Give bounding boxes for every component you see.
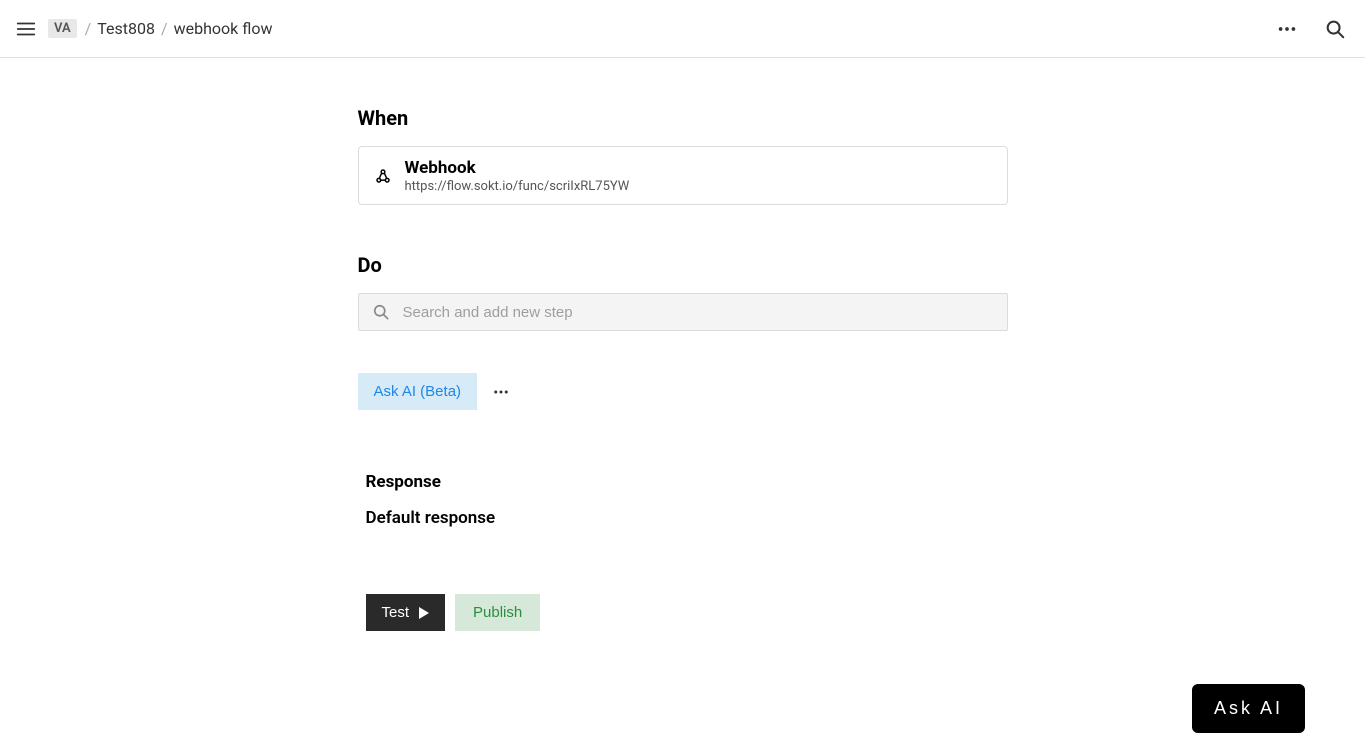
webhook-icon xyxy=(373,166,393,186)
more-actions-button[interactable] xyxy=(1269,11,1305,47)
app-header: VA / Test808 / webhook flow xyxy=(0,0,1365,58)
step-search-input[interactable] xyxy=(403,304,995,321)
test-button-label: Test xyxy=(382,604,410,621)
more-horizontal-icon xyxy=(492,383,510,401)
breadcrumb-flow[interactable]: webhook flow xyxy=(174,19,273,38)
more-horizontal-icon xyxy=(1276,18,1298,40)
search-button[interactable] xyxy=(1317,11,1353,47)
response-heading: Response xyxy=(366,472,1008,492)
floating-ask-ai-button[interactable]: Ask AI xyxy=(1192,684,1305,733)
ai-row: Ask AI (Beta) xyxy=(358,373,1008,410)
play-icon xyxy=(419,607,429,619)
breadcrumb-separator: / xyxy=(161,19,168,38)
ai-more-button[interactable] xyxy=(487,378,515,406)
when-heading: When xyxy=(358,106,1008,130)
do-section: Do xyxy=(358,253,1008,331)
breadcrumb-separator: / xyxy=(85,19,92,38)
response-value[interactable]: Default response xyxy=(366,508,1008,528)
trigger-url: https://flow.sokt.io/func/scriIxRL75YW xyxy=(405,179,630,194)
breadcrumb-project[interactable]: Test808 xyxy=(97,19,155,38)
trigger-card[interactable]: Webhook https://flow.sokt.io/func/scriIx… xyxy=(358,146,1008,205)
do-heading: Do xyxy=(358,253,1008,277)
trigger-card-body: Webhook https://flow.sokt.io/func/scriIx… xyxy=(405,157,630,194)
test-button[interactable]: Test xyxy=(366,594,446,631)
search-icon xyxy=(1324,18,1346,40)
workspace-badge[interactable]: VA xyxy=(48,19,77,38)
menu-button[interactable] xyxy=(12,15,40,43)
search-icon xyxy=(371,302,391,322)
breadcrumb: / Test808 / webhook flow xyxy=(85,19,273,38)
trigger-title: Webhook xyxy=(405,157,630,179)
response-section: Response Default response xyxy=(358,472,1008,528)
action-row: Test Publish xyxy=(358,594,1008,631)
header-left: VA / Test808 / webhook flow xyxy=(12,15,272,43)
header-right xyxy=(1269,11,1353,47)
when-section: When Webhook https://flow.sokt.io/func/s… xyxy=(358,106,1008,205)
publish-button[interactable]: Publish xyxy=(455,594,540,631)
ask-ai-beta-button[interactable]: Ask AI (Beta) xyxy=(358,373,478,410)
step-search-box[interactable] xyxy=(358,293,1008,331)
main-content: When Webhook https://flow.sokt.io/func/s… xyxy=(358,58,1008,631)
hamburger-icon xyxy=(15,18,37,40)
